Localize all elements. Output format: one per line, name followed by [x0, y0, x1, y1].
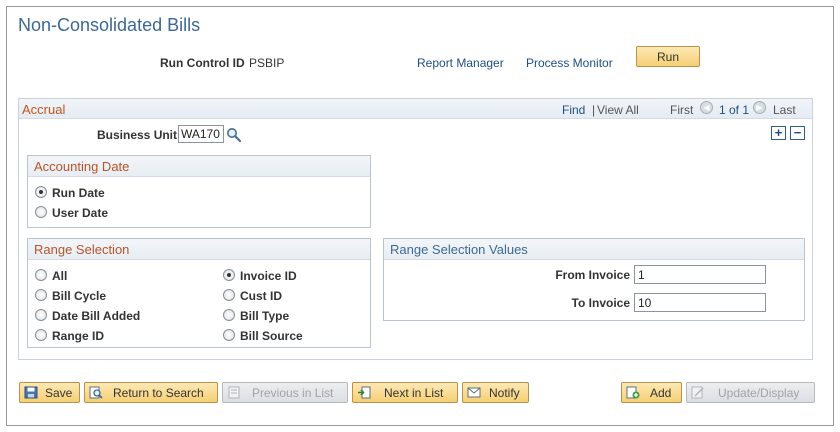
nav-separator: |	[592, 103, 596, 117]
invoice-id-radio[interactable]	[223, 269, 235, 281]
next-in-list-icon	[358, 386, 371, 399]
view-all-link[interactable]: View All	[597, 103, 639, 117]
range-selection-title: Range Selection	[34, 242, 130, 257]
previous-in-list-label: Previous in List	[252, 386, 334, 400]
date-bill-added-radio[interactable]	[35, 309, 47, 321]
update-display-label: Update/Display	[718, 386, 800, 400]
bill-source-label: Bill Source	[240, 329, 303, 343]
save-button[interactable]: Save	[19, 382, 80, 403]
report-manager-link[interactable]: Report Manager	[417, 56, 504, 70]
to-invoice-label: To Invoice	[571, 296, 630, 310]
user-date-radio[interactable]	[35, 206, 47, 218]
save-label: Save	[45, 386, 73, 400]
range-selection-group: Range Selection All Bill Cycle Date Bill…	[27, 238, 371, 348]
add-button[interactable]: Add	[621, 382, 682, 403]
accounting-date-header: Accounting Date	[28, 156, 370, 177]
previous-in-list-icon	[228, 386, 240, 399]
all-radio[interactable]	[35, 269, 47, 281]
previous-row-icon[interactable]: ◀	[700, 101, 713, 114]
accounting-date-title: Accounting Date	[34, 159, 130, 174]
first-label: First	[670, 103, 694, 117]
run-date-radio[interactable]	[35, 186, 47, 198]
cust-id-radio[interactable]	[223, 289, 235, 301]
delete-row-button[interactable]: −	[790, 126, 805, 140]
update-display-button[interactable]: Update/Display	[686, 382, 815, 403]
page-title: Non-Consolidated Bills	[18, 15, 201, 35]
save-icon	[24, 386, 38, 399]
notify-icon	[467, 387, 481, 398]
find-link[interactable]: Find	[562, 103, 585, 117]
next-in-list-label: Next in List	[384, 386, 444, 400]
run-date-label: Run Date	[52, 186, 105, 200]
add-label: Add	[650, 386, 672, 400]
accrual-scroll-area: Accrual Find | View All First ◀ 1 of 1 ▶…	[18, 98, 813, 360]
accounting-date-group: Accounting Date Run Date User Date	[27, 155, 371, 228]
run-control-value: PSBIP	[249, 56, 285, 70]
all-label: All	[52, 269, 68, 283]
range-selection-values-group: Range Selection Values From Invoice To I…	[383, 238, 805, 321]
user-date-label: User Date	[52, 206, 109, 220]
run-button[interactable]: Run	[636, 46, 700, 67]
return-to-search-button[interactable]: Return to Search	[84, 382, 218, 403]
range-selection-header: Range Selection	[28, 239, 370, 260]
return-to-search-label: Return to Search	[113, 386, 204, 400]
run-control-label: Run Control ID	[160, 56, 245, 70]
invoice-id-label: Invoice ID	[240, 269, 297, 283]
row-count: 1 of 1	[719, 103, 750, 117]
process-monitor-link[interactable]: Process Monitor	[526, 56, 613, 70]
bill-type-radio[interactable]	[223, 309, 235, 321]
lookup-icon[interactable]	[226, 127, 242, 143]
to-invoice-input[interactable]	[634, 293, 766, 312]
range-id-label: Range ID	[52, 329, 105, 343]
business-unit-label: Business Unit	[97, 128, 178, 142]
from-invoice-label: From Invoice	[555, 268, 630, 282]
update-display-icon	[691, 386, 704, 399]
cust-id-label: Cust ID	[240, 289, 282, 303]
add-icon	[626, 386, 640, 399]
last-label: Last	[773, 103, 796, 117]
previous-in-list-button[interactable]: Previous in List	[222, 382, 348, 403]
notify-button[interactable]: Notify	[462, 382, 529, 403]
bill-source-radio[interactable]	[223, 329, 235, 341]
date-bill-added-label: Date Bill Added	[52, 309, 141, 323]
range-selection-values-header: Range Selection Values	[384, 239, 804, 260]
next-row-icon[interactable]: ▶	[753, 101, 766, 114]
bill-cycle-radio[interactable]	[35, 289, 47, 301]
bill-type-label: Bill Type	[240, 309, 290, 323]
accrual-title: Accrual	[22, 102, 66, 117]
bill-cycle-label: Bill Cycle	[52, 289, 107, 303]
next-in-list-button[interactable]: Next in List	[352, 382, 458, 403]
return-to-search-icon	[89, 386, 103, 399]
from-invoice-input[interactable]	[634, 265, 766, 284]
notify-label: Notify	[489, 386, 520, 400]
accrual-header: Accrual Find | View All First ◀ 1 of 1 ▶…	[19, 99, 812, 119]
range-id-radio[interactable]	[35, 329, 47, 341]
business-unit-input[interactable]	[178, 125, 224, 143]
add-row-button[interactable]: +	[771, 126, 786, 140]
range-selection-values-title: Range Selection Values	[390, 242, 528, 257]
